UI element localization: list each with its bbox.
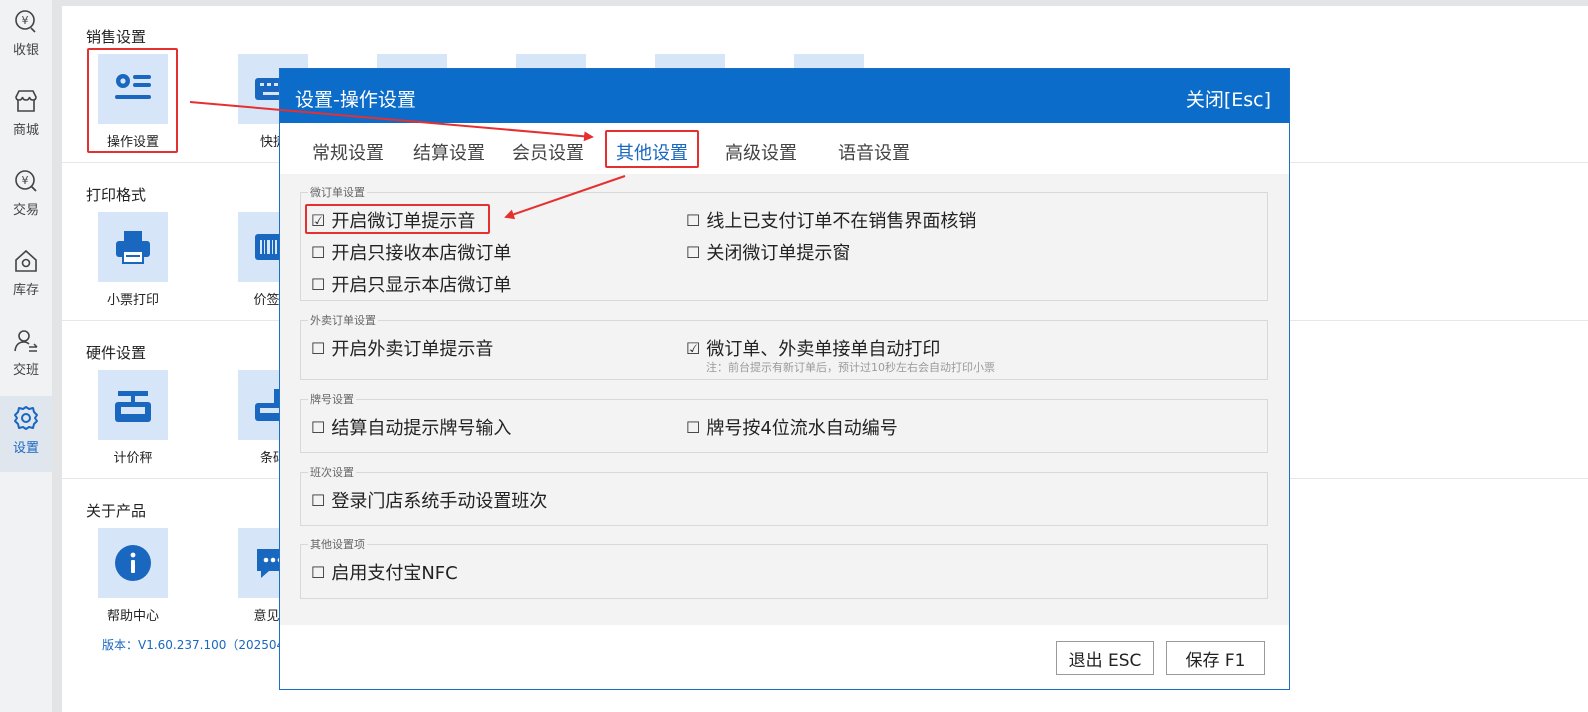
nav-item-cashier[interactable]: ¥ 收银 xyxy=(0,0,52,76)
svg-text:¥: ¥ xyxy=(22,174,29,187)
tile-label: 帮助中心 xyxy=(106,609,159,624)
tile-receipt-print[interactable] xyxy=(98,212,168,282)
shift-handover-icon xyxy=(14,330,38,352)
transaction-icon: ¥ xyxy=(15,170,37,192)
checkbox-icon[interactable]: ☐ xyxy=(311,418,325,437)
checkbox-icon[interactable]: ☐ xyxy=(686,243,700,262)
option-label: 启用支付宝NFC xyxy=(331,563,458,584)
group-micro-order: 微订单设置 ☑ 开启微订单提示音 ☐ 线上已支付订单不在销售界面核销 ☐ 开启只… xyxy=(300,184,1268,301)
option-auto-print-orders[interactable]: ☑ 微订单、外卖单接单自动打印 xyxy=(686,335,940,361)
group-title: 其他设置项 xyxy=(308,536,367,552)
option-plate-auto-number[interactable]: ☐ 牌号按4位流水自动编号 xyxy=(686,414,898,440)
group-plate-number: 牌号设置 ☐ 结算自动提示牌号输入 ☐ 牌号按4位流水自动编号 xyxy=(300,391,1268,453)
highlight-micro-order-sound xyxy=(305,204,490,234)
nav-label: 交易 xyxy=(12,203,39,218)
dialog-header: 设置-操作设置 关闭[Esc] xyxy=(280,69,1289,123)
option-close-micro-order-popup[interactable]: ☐ 关闭微订单提示窗 xyxy=(686,239,850,265)
close-button[interactable]: 关闭[Esc] xyxy=(1186,85,1271,112)
option-label: 开启只接收本店微订单 xyxy=(331,243,512,264)
tab-general[interactable]: 常规设置 xyxy=(312,139,384,165)
option-label: 线上已支付订单不在销售界面核销 xyxy=(706,211,977,232)
nav-item-transaction[interactable]: ¥ 交易 xyxy=(0,160,52,236)
option-only-receive-own-store[interactable]: ☐ 开启只接收本店微订单 xyxy=(311,239,511,265)
option-label: 登录门店系统手动设置班次 xyxy=(331,491,548,512)
scale-icon xyxy=(115,391,151,422)
tile-help-center[interactable] xyxy=(98,528,168,598)
checkbox-icon[interactable]: ☐ xyxy=(686,418,700,437)
dialog-title: 设置-操作设置 xyxy=(295,89,416,111)
option-label: 牌号按4位流水自动编号 xyxy=(706,418,898,439)
auto-print-note: 注：前台提示有新订单后，预计过10秒左右会自动打印小票 xyxy=(706,361,995,374)
group-title: 外卖订单设置 xyxy=(308,312,378,328)
printer-icon xyxy=(116,231,150,264)
tile-label: 小票打印 xyxy=(106,293,159,308)
nav-item-settings[interactable]: 设置 xyxy=(0,396,52,472)
option-label: 结算自动提示牌号输入 xyxy=(331,418,512,439)
option-label: 开启只显示本店微订单 xyxy=(331,275,512,296)
section-title-print: 打印格式 xyxy=(86,186,147,204)
dialog-footer: 退出 ESC 保存 F1 xyxy=(280,625,1289,689)
group-title: 班次设置 xyxy=(308,464,356,480)
option-label: 微订单、外卖单接单自动打印 xyxy=(706,339,941,360)
tab-voice[interactable]: 语音设置 xyxy=(838,139,910,165)
save-button[interactable]: 保存 F1 xyxy=(1166,641,1265,675)
section-title-sales: 销售设置 xyxy=(86,28,147,46)
group-title: 牌号设置 xyxy=(308,391,356,407)
info-icon xyxy=(115,545,151,581)
store-icon xyxy=(15,90,37,112)
tile-label: 计价秤 xyxy=(113,451,153,466)
option-takeout-sound[interactable]: ☐ 开启外卖订单提示音 xyxy=(311,335,493,361)
nav-item-store[interactable]: 商城 xyxy=(0,80,52,156)
gear-icon xyxy=(14,406,38,430)
nav-item-shift[interactable]: 交班 xyxy=(0,320,52,396)
option-online-paid-no-verify[interactable]: ☐ 线上已支付订单不在销售界面核销 xyxy=(686,207,976,233)
highlight-operation-settings xyxy=(87,48,178,153)
highlight-tab-other xyxy=(605,130,699,168)
option-label: 关闭微订单提示窗 xyxy=(706,243,851,264)
tab-checkout[interactable]: 结算设置 xyxy=(413,139,485,165)
group-other: 其他设置项 ☐ 启用支付宝NFC xyxy=(300,536,1268,599)
nav-label: 收银 xyxy=(12,43,39,58)
checkbox-icon[interactable]: ☐ xyxy=(311,275,325,294)
option-prompt-plate-number[interactable]: ☐ 结算自动提示牌号输入 xyxy=(311,414,511,440)
checkbox-icon[interactable]: ☐ xyxy=(686,211,700,230)
group-title: 微订单设置 xyxy=(308,184,367,200)
version-text: 版本：V1.60.237.100（2025042 xyxy=(102,638,292,652)
inventory-icon xyxy=(15,249,37,272)
option-only-show-own-store[interactable]: ☐ 开启只显示本店微订单 xyxy=(311,271,511,297)
nav-label: 设置 xyxy=(12,441,39,456)
tab-member[interactable]: 会员设置 xyxy=(512,139,584,165)
left-nav: ¥ 收银 商城 ¥ 交易 库存 交班 设置 xyxy=(0,0,52,712)
checkbox-icon[interactable]: ☐ xyxy=(311,563,325,582)
nav-item-inventory[interactable]: 库存 xyxy=(0,240,52,316)
option-alipay-nfc[interactable]: ☐ 启用支付宝NFC xyxy=(311,559,458,585)
nav-label: 库存 xyxy=(12,283,39,298)
section-title-hardware: 硬件设置 xyxy=(86,344,147,362)
exit-button[interactable]: 退出 ESC xyxy=(1056,641,1154,675)
group-shift: 班次设置 ☐ 登录门店系统手动设置班次 xyxy=(300,464,1268,526)
checkbox-checked-icon[interactable]: ☑ xyxy=(686,339,700,358)
group-takeout: 外卖订单设置 ☐ 开启外卖订单提示音 ☑ 微订单、外卖单接单自动打印 注：前台提… xyxy=(300,312,1268,380)
checkbox-icon[interactable]: ☐ xyxy=(311,339,325,358)
checkbox-icon[interactable]: ☐ xyxy=(311,243,325,262)
settings-dialog: 设置-操作设置 关闭[Esc] 常规设置 结算设置 会员设置 其他设置 高级设置… xyxy=(279,68,1290,690)
nav-label: 商城 xyxy=(12,123,39,138)
checkbox-icon[interactable]: ☐ xyxy=(311,491,325,510)
option-manual-shift[interactable]: ☐ 登录门店系统手动设置班次 xyxy=(311,487,547,513)
tab-content-other: 微订单设置 ☑ 开启微订单提示音 ☐ 线上已支付订单不在销售界面核销 ☐ 开启只… xyxy=(280,174,1289,625)
nav-label: 交班 xyxy=(12,363,39,378)
cash-register-icon: ¥ xyxy=(15,10,36,33)
tile-price-scale[interactable] xyxy=(98,370,168,440)
tab-bar: 常规设置 结算设置 会员设置 其他设置 高级设置 语音设置 xyxy=(280,123,1289,173)
option-label: 开启外卖订单提示音 xyxy=(331,339,494,360)
svg-text:¥: ¥ xyxy=(22,14,29,27)
section-title-about: 关于产品 xyxy=(86,502,147,520)
tab-advanced[interactable]: 高级设置 xyxy=(725,139,797,165)
